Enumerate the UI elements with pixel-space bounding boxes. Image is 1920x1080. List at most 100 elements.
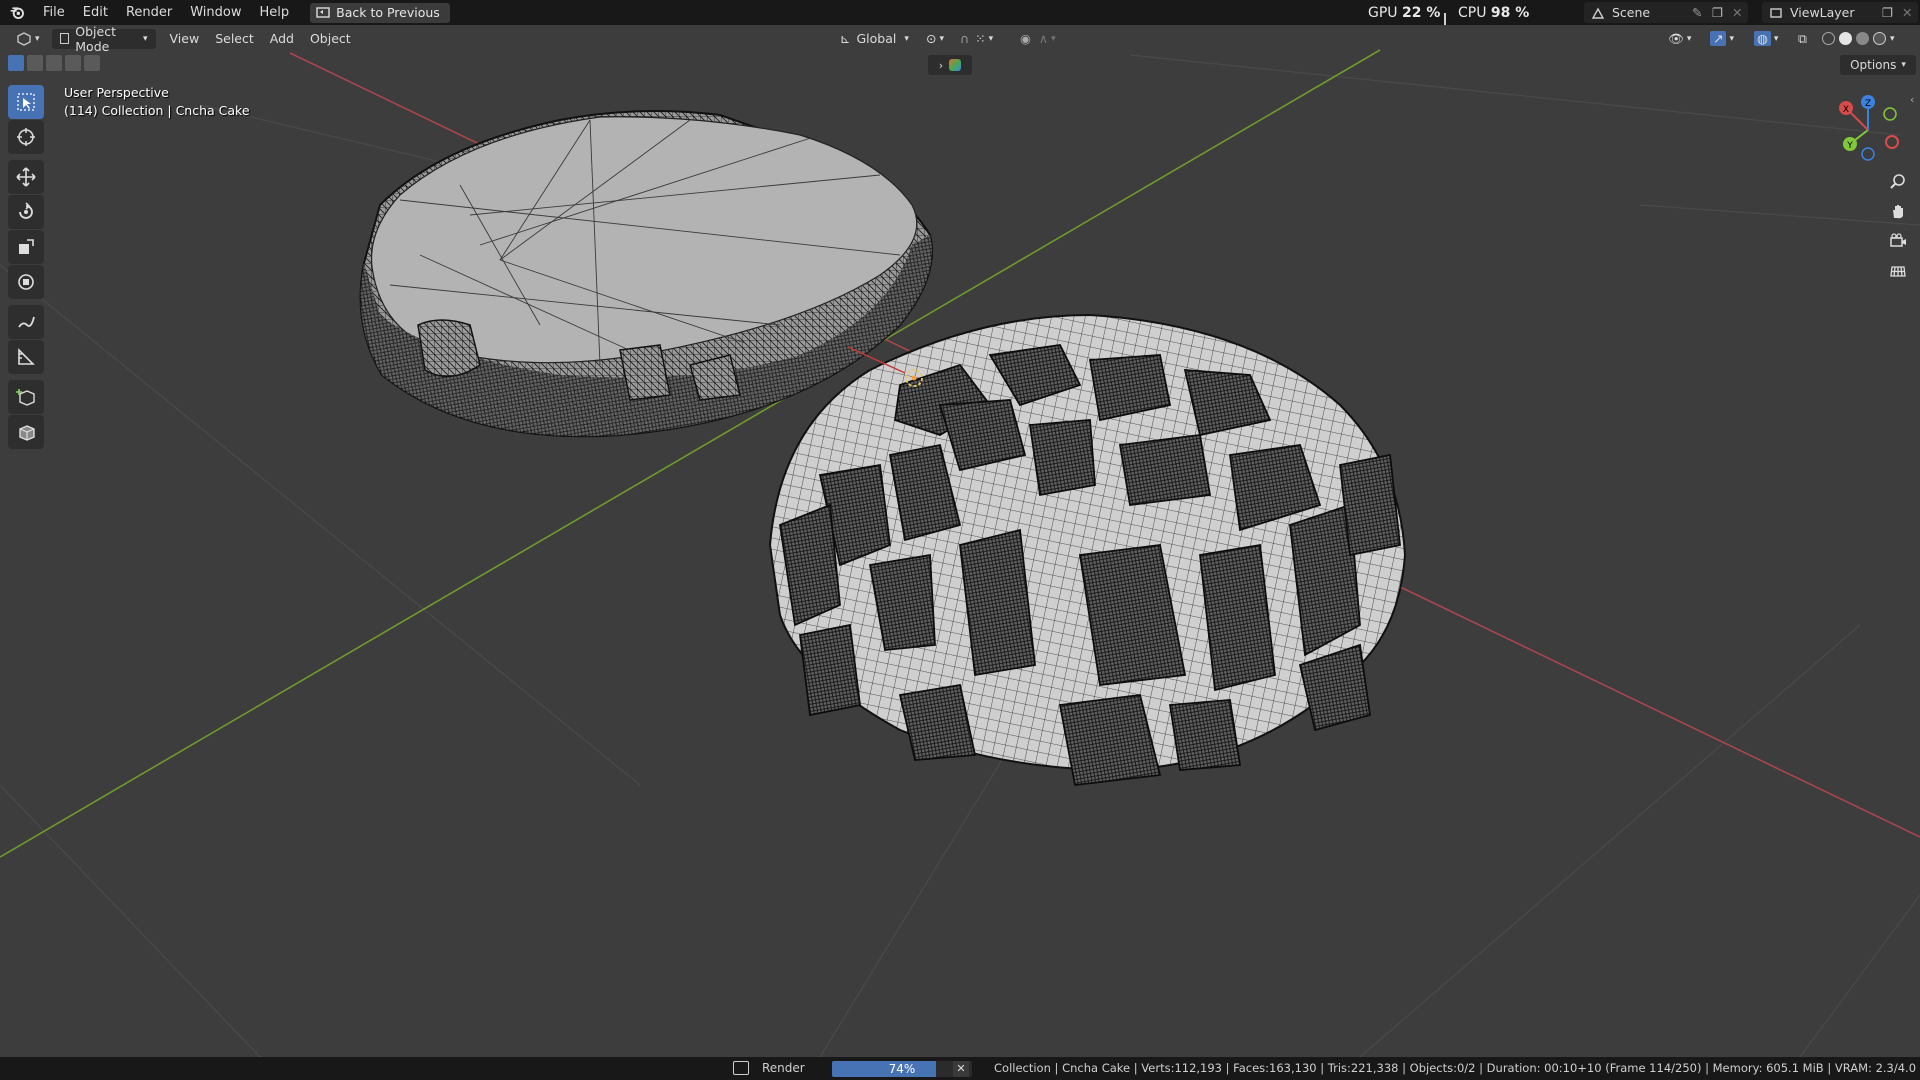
select-intersect-icon[interactable] (84, 55, 100, 71)
3d-view-icon (17, 31, 31, 46)
gizmo-z-label: Z (1865, 99, 1871, 109)
rotate-icon (19, 202, 33, 219)
editor-type-dropdown[interactable]: ▾ (8, 29, 48, 49)
eye-icon: 👁 (1668, 30, 1684, 46)
move-arrows-icon (16, 167, 36, 187)
header-expander[interactable]: › (928, 55, 972, 75)
chevron-down-icon: ▾ (988, 33, 994, 44)
back-to-previous-label: Back to Previous (336, 5, 440, 20)
viewport-header: ▾ Object Mode ▾ View Select Add Object ⊾… (0, 25, 1920, 54)
sidebar-toggle-icon[interactable]: ‹ (1910, 93, 1914, 106)
render-job-label: Render (762, 1061, 805, 1075)
chevron-down-icon: ▾ (904, 33, 909, 44)
new-view-layer-icon[interactable]: ❐ (1882, 5, 1902, 20)
view-perspective-label: User Perspective (64, 85, 169, 100)
top-menu-bar: File Edit Render Window Help Back to Pre… (0, 0, 1920, 35)
screen-icon (316, 6, 330, 18)
camera-icon (1890, 233, 1906, 247)
options-dropdown[interactable]: Options ▾ (1840, 55, 1916, 75)
menu-add[interactable]: Add (262, 29, 302, 49)
navigation-gizmo[interactable]: Z X Y (1828, 90, 1908, 170)
scale-tool[interactable] (8, 230, 44, 264)
snap-grid-icon: ⁙ (975, 31, 986, 46)
rotate-tool[interactable] (8, 195, 44, 229)
pivot-point-dropdown[interactable]: ⊙ ▾ (918, 29, 952, 49)
menu-select[interactable]: Select (207, 29, 262, 49)
xray-toggle[interactable]: ⧉ (1790, 29, 1815, 49)
extrude-tool[interactable] (8, 415, 44, 449)
select-extend-icon[interactable] (27, 55, 43, 71)
solid-shading-icon[interactable] (1839, 32, 1852, 45)
menu-render[interactable]: Render (117, 0, 181, 25)
menu-view[interactable]: View (162, 29, 208, 49)
chevron-down-icon: ▾ (939, 33, 945, 44)
shading-sphere-icon (949, 59, 962, 71)
menu-object[interactable]: Object (302, 29, 359, 49)
pencil-icon (18, 316, 35, 328)
proportional-icon: ◉ (1020, 31, 1031, 46)
scene-selector[interactable]: Scene ✎ ❐ ✕ (1584, 2, 1748, 23)
visibility-dropdown[interactable]: 👁 ▾ (1660, 29, 1699, 49)
pin-icon[interactable]: ✎ (1692, 5, 1712, 20)
selection-mode-buttons (8, 55, 100, 71)
gpu-stat: GPU 22 % (1368, 0, 1440, 27)
blender-logo-icon[interactable] (0, 0, 34, 25)
proportional-editing-toggle[interactable]: ◉ ∧ ▾ (1012, 29, 1064, 49)
ruler-icon (18, 348, 35, 365)
rendered-shading-icon[interactable] (1873, 32, 1886, 45)
close-view-layer-icon[interactable]: ✕ (1902, 5, 1918, 20)
chevron-down-icon: ▾ (1890, 33, 1895, 44)
zoom-button[interactable] (1884, 167, 1912, 195)
view-layer-selector[interactable]: ViewLayer ❐ ✕ (1762, 2, 1918, 23)
menu-file[interactable]: File (34, 0, 74, 25)
scene-name: Scene (1612, 5, 1651, 20)
viewport-scene[interactable] (0, 25, 1920, 1057)
mode-dropdown[interactable]: Object Mode ▾ (51, 25, 156, 54)
add-cube-tool[interactable] (8, 380, 44, 414)
snap-toggle[interactable]: ∩ ⁙ ▾ (952, 29, 1001, 49)
ortho-toggle-button[interactable] (1884, 257, 1912, 285)
select-subtract-icon[interactable] (46, 55, 62, 71)
cpu-value: 98 % (1490, 5, 1530, 21)
magnifier-icon (1890, 174, 1905, 189)
menu-edit[interactable]: Edit (74, 0, 117, 25)
shading-mode-buttons[interactable]: ▾ (1814, 29, 1903, 49)
cancel-render-button[interactable]: ✕ (953, 1061, 969, 1077)
wireframe-shading-icon[interactable] (1822, 32, 1835, 45)
cube-icon (19, 425, 35, 441)
chevron-down-icon: ▾ (35, 33, 40, 44)
select-invert-icon[interactable] (65, 55, 81, 71)
tool-shelf (8, 85, 48, 450)
render-job-icon (733, 1061, 749, 1075)
select-new-icon[interactable] (8, 55, 24, 71)
transform-tool[interactable] (8, 265, 44, 299)
pan-button[interactable] (1884, 197, 1912, 225)
xray-icon: ⧉ (1798, 30, 1807, 46)
gpu-label: GPU (1368, 5, 1398, 21)
close-scene-icon[interactable]: ✕ (1732, 5, 1748, 20)
progress-text: 74% (888, 1062, 916, 1076)
menu-help[interactable]: Help (251, 0, 299, 25)
select-box-tool[interactable] (8, 85, 44, 119)
material-shading-icon[interactable] (1856, 32, 1869, 45)
new-scene-icon[interactable]: ❐ (1712, 5, 1732, 20)
cpu-label: CPU (1458, 5, 1487, 21)
move-tool[interactable] (8, 160, 44, 194)
measure-tool[interactable] (8, 340, 44, 374)
cursor-tool[interactable] (8, 120, 44, 154)
back-to-previous-button[interactable]: Back to Previous (310, 2, 450, 23)
view-layer-name: ViewLayer (1790, 5, 1855, 20)
camera-view-button[interactable] (1884, 227, 1912, 255)
overlays-toggle[interactable]: ◍ ▾ (1746, 29, 1786, 49)
menu-window[interactable]: Window (181, 0, 250, 25)
annotate-tool[interactable] (8, 305, 44, 339)
gpu-value: 22 % (1402, 5, 1441, 21)
gizmo-toggle[interactable]: ↗ ▾ (1702, 29, 1742, 49)
orientation-label: Global (856, 31, 897, 46)
cursor-select-icon (17, 93, 35, 111)
falloff-icon: ∧ (1038, 31, 1049, 46)
gizmo-y-label: Y (1846, 141, 1853, 151)
3d-viewport[interactable]: ▾ Object Mode ▾ View Select Add Object ⊾… (0, 25, 1920, 1057)
cake-dome-object[interactable] (768, 313, 1407, 786)
transform-orientation-dropdown[interactable]: ⊾ Global ▾ (832, 29, 917, 49)
